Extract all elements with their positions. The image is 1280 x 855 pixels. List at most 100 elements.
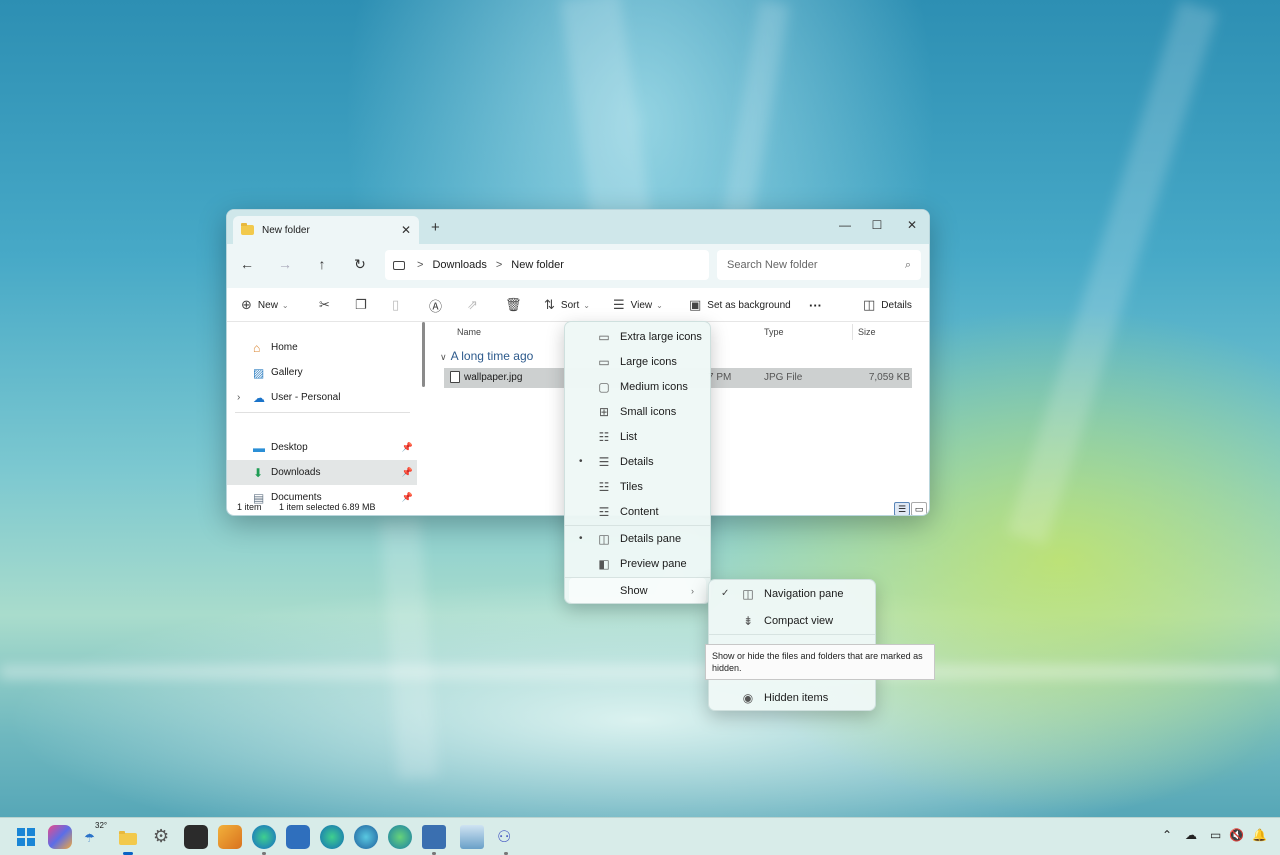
back-button[interactable]: ← (236, 256, 258, 272)
menu-item-content[interactable]: ☲ Content (569, 499, 706, 524)
store-icon[interactable] (286, 825, 310, 849)
menu-item-hidden-items[interactable]: ◉ Hidden items (713, 685, 871, 710)
onedrive-tray-icon[interactable]: ☁ (1185, 828, 1197, 842)
menu-item-extra-large-icons[interactable]: ▭ Extra large icons (569, 324, 706, 349)
menu-item-compact-view[interactable]: ⇟ Compact view (713, 608, 871, 633)
view-label: View (630, 299, 653, 311)
weather-widget[interactable]: ☂ 32° (82, 821, 107, 849)
file-size: 7,059 KB (868, 372, 910, 383)
menu-item-details-pane[interactable]: • ◫ Details pane (569, 526, 706, 551)
tiles-icon: ☳ (598, 479, 610, 494)
edge-dev-icon[interactable] (388, 825, 412, 849)
close-button[interactable]: ✕ (900, 214, 924, 236)
breadcrumb-downloads[interactable]: Downloads (432, 259, 486, 271)
refresh-button[interactable]: ↻ (349, 256, 371, 273)
menu-item-preview-pane[interactable]: ◧ Preview pane (569, 551, 706, 576)
details-pane-button[interactable]: ◫ Details (863, 297, 912, 313)
menu-item-medium-icons[interactable]: ▢ Medium icons (569, 374, 706, 399)
selected-bullet-icon: • (579, 456, 583, 467)
delete-button[interactable]: 🗑 (505, 297, 528, 313)
notification-bell-icon[interactable]: 🔔 (1252, 828, 1267, 842)
terminal-icon[interactable] (184, 825, 208, 849)
column-separator (852, 324, 853, 340)
file-date: 7 PM (708, 372, 732, 383)
trash-icon: 🗑 (505, 297, 522, 312)
menu-item-navigation-pane[interactable]: ✓ ◫ Navigation pane (713, 581, 871, 606)
selected-bullet-icon: • (579, 533, 583, 544)
details-icon: ☰ (598, 454, 610, 469)
address-bar[interactable]: > Downloads > New folder (385, 250, 709, 280)
sidebar-item-home[interactable]: ⌂ Home (227, 335, 417, 360)
minimize-button[interactable]: — (833, 214, 857, 236)
breadcrumb-separator[interactable]: > (496, 259, 502, 271)
copy-button[interactable]: ❐ (355, 297, 373, 313)
new-button[interactable]: ⊕ New ⌄ (241, 297, 289, 313)
windows-logo-icon (17, 828, 35, 846)
more-icon: ··· (809, 297, 822, 313)
large-icons-view-toggle[interactable]: ▭ (911, 502, 927, 515)
notepad-icon[interactable] (422, 825, 446, 855)
sidebar-item-gallery[interactable]: ▨ Gallery (227, 360, 417, 385)
paint-icon[interactable] (218, 825, 242, 849)
sidebar-item-onedrive[interactable]: ☁ User - Personal (227, 385, 417, 410)
tab-new-folder[interactable]: New folder ✕ (233, 216, 419, 244)
group-header[interactable]: ∨ A long time ago (440, 349, 533, 363)
file-explorer-taskbar-button[interactable] (116, 825, 140, 855)
new-label: New (257, 299, 278, 311)
details-view-toggle[interactable]: ☰ (894, 502, 910, 515)
scissors-icon: ✂ (319, 297, 330, 312)
menu-item-show[interactable]: Show › (569, 578, 706, 603)
edge-beta-icon[interactable] (354, 825, 378, 849)
edge-icon[interactable] (252, 825, 276, 855)
search-input[interactable]: Search New folder ⌕ (717, 250, 921, 280)
breadcrumb-new-folder[interactable]: New folder (511, 259, 564, 271)
up-button[interactable]: ↑ (311, 256, 333, 272)
sidebar-scrollbar[interactable] (422, 322, 425, 387)
forward-button[interactable]: → (274, 256, 296, 272)
menu-item-large-icons[interactable]: ▭ Large icons (569, 349, 706, 374)
file-type: JPG File (764, 372, 803, 383)
tab-close-icon[interactable]: ✕ (401, 223, 411, 237)
set-as-background-label: Set as background (707, 299, 791, 311)
address-bar-row: ← → ↑ ↻ > Downloads > New folder Search … (227, 244, 929, 288)
settings-taskbar-button[interactable]: ⚙ (150, 825, 174, 849)
title-bar: New folder ✕ + — ☐ ✕ (227, 210, 929, 244)
people-icon: ⚇ (497, 829, 512, 846)
view-button[interactable]: ☰ View ⌄ (613, 297, 663, 313)
sidebar-item-desktop[interactable]: ▬ Desktop 📌 (227, 435, 417, 460)
maximize-button[interactable]: ☐ (865, 214, 889, 236)
menu-item-label: List (620, 430, 638, 443)
photos-icon[interactable] (460, 825, 484, 849)
gallery-icon: ▨ (253, 365, 265, 380)
column-header-name[interactable]: Name (457, 327, 481, 337)
column-header-type[interactable]: Type (764, 327, 784, 337)
paste-button[interactable]: ▯ (392, 297, 405, 313)
set-as-background-button[interactable]: ▣ Set as background (689, 297, 791, 313)
cut-button[interactable]: ✂ (319, 297, 336, 313)
menu-item-details[interactable]: • ☰ Details (569, 449, 706, 474)
menu-item-tiles[interactable]: ☳ Tiles (569, 474, 706, 499)
sort-button[interactable]: ⇅ Sort ⌄ (544, 297, 590, 313)
share-button[interactable]: ⇗ (467, 297, 484, 313)
see-more-button[interactable]: ··· (809, 297, 822, 313)
new-tab-button[interactable]: + (431, 219, 440, 236)
menu-item-small-icons[interactable]: ⊞ Small icons (569, 399, 706, 424)
copilot-icon[interactable] (48, 825, 72, 849)
sidebar-item-downloads[interactable]: ⬇ Downloads 📌 (227, 460, 417, 485)
details-pane-icon: ◫ (863, 297, 876, 312)
breadcrumb-separator[interactable]: > (417, 259, 423, 271)
search-placeholder: Search New folder (727, 259, 818, 271)
download-icon: ⬇ (253, 465, 264, 480)
sidebar-item-label: Desktop (271, 442, 308, 453)
rename-button[interactable]: Ⓐ (429, 297, 448, 314)
edge-canary-icon[interactable] (320, 825, 344, 849)
show-hidden-icons-chevron-icon[interactable]: ⌃ (1162, 828, 1172, 842)
network-icon[interactable]: ▭ (1210, 828, 1221, 842)
menu-item-label: Content (620, 505, 659, 518)
column-header-size[interactable]: Size (858, 327, 876, 337)
teams-icon[interactable]: ⚇ (494, 825, 518, 855)
start-button[interactable] (14, 825, 38, 849)
volume-muted-icon[interactable]: 🔇 (1229, 828, 1244, 842)
menu-item-list[interactable]: ☷ List (569, 424, 706, 449)
menu-item-label: Hidden items (764, 691, 829, 704)
